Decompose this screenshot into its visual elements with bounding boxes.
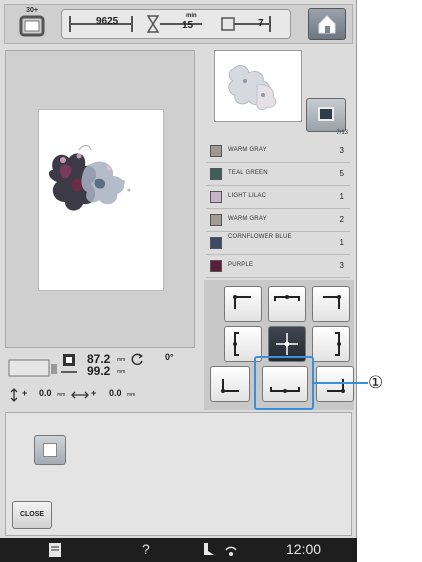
offset-y-unit: mm	[57, 392, 66, 398]
callout-highlight-box	[254, 356, 314, 410]
horizontal-offset-icon	[71, 391, 89, 399]
corner-top-left-icon	[233, 295, 251, 309]
thread-name: PURPLE	[228, 262, 254, 268]
thread-color-list: 7/13 WARM GRAY 3 TEAL GREEN 5 LIGHT LILA…	[206, 130, 350, 280]
layout-icon	[43, 443, 57, 457]
thread-name: LIGHT LILAC	[228, 193, 267, 199]
thread-swatch-5	[210, 237, 222, 249]
color-step-header: 7/13	[336, 130, 348, 136]
offset-y-value: 0.0	[39, 388, 52, 398]
presser-foot-icon	[204, 543, 214, 555]
thread-swatch-6	[210, 260, 222, 272]
thread-name: CORNFLOWER BLUE	[228, 234, 292, 240]
vertical-offset-icon	[10, 388, 18, 402]
preview-icon	[318, 107, 334, 121]
layout-button[interactable]	[34, 435, 66, 465]
callout-number: ①	[368, 373, 384, 393]
design-info: 87.2 mm 99.2 mm 0° + 0.0 mm + 0.0 mm	[5, 350, 205, 410]
clock: 12:00	[286, 541, 322, 557]
start-top-left-button[interactable]	[224, 286, 262, 322]
color-list-item[interactable]: LIGHT LILAC 1	[206, 186, 350, 209]
time-unit: min	[186, 13, 197, 19]
start-middle-right-button[interactable]	[312, 326, 350, 362]
stitch-count: 9625	[96, 16, 119, 27]
thread-step-count: 5	[339, 169, 344, 178]
hoop-label: 30+	[26, 7, 38, 14]
corner-top-right-icon	[323, 295, 341, 309]
wireless-icon	[225, 546, 237, 556]
thread-swatch-1	[210, 145, 222, 157]
start-bottom-left-button[interactable]	[210, 366, 250, 402]
size-icon	[61, 354, 77, 373]
start-top-right-button[interactable]	[312, 286, 350, 322]
thread-step-count: 3	[339, 261, 344, 270]
color-list-item[interactable]: WARM GRAY 2	[206, 209, 350, 232]
hoop-icon[interactable]: 30+	[11, 7, 53, 43]
height-unit: mm	[117, 369, 126, 375]
offset-x-value: 0.0	[109, 388, 122, 398]
thread-step-count: 3	[339, 146, 344, 155]
top-bar: 30+ 9625 15 min 7	[4, 4, 353, 44]
home-button[interactable]	[308, 8, 346, 40]
thread-step-count: 1	[339, 238, 344, 247]
close-button[interactable]: CLOSE	[12, 501, 52, 529]
stitch-counter: 9625 15 min 7	[61, 9, 291, 39]
status-bar: ? 12:00	[0, 538, 357, 562]
thread-swatch-2	[210, 168, 222, 180]
color-step: 7	[258, 18, 264, 29]
home-icon	[318, 15, 336, 34]
color-list-item[interactable]: WARM GRAY 3	[206, 140, 350, 163]
corner-bottom-right-icon	[327, 379, 345, 393]
plus-sign-x: +	[91, 388, 97, 398]
height-value: 99.2	[87, 364, 111, 378]
thread-step-count: 2	[339, 215, 344, 224]
rotate-icon	[131, 353, 144, 366]
butterfly-design-image	[48, 145, 131, 211]
thumbnail-design-image	[228, 65, 277, 111]
plus-sign: +	[22, 388, 28, 398]
corner-bottom-left-icon	[221, 379, 239, 393]
edge-top-center-icon	[274, 295, 300, 301]
color-list-item[interactable]: CORNFLOWER BLUE 1	[206, 232, 350, 255]
hoop-size-icon	[8, 359, 57, 377]
offset-x-unit: mm	[127, 392, 136, 398]
zoom-preview-button[interactable]	[306, 98, 346, 132]
design-thumbnail	[214, 50, 302, 122]
start-top-center-button[interactable]	[268, 286, 306, 322]
embroidery-hoop-area	[38, 109, 164, 291]
thread-swatch-4	[210, 214, 222, 226]
manual-icon[interactable]	[46, 541, 64, 559]
callout-leader-line	[314, 382, 368, 384]
thread-name: WARM GRAY	[228, 216, 267, 222]
color-list-item[interactable]: TEAL GREEN 5	[206, 163, 350, 186]
width-unit: mm	[117, 357, 126, 363]
color-list-item[interactable]: PURPLE 3	[206, 255, 350, 278]
edit-panel: CLOSE	[5, 412, 352, 536]
machine-screen: 30+ 9625 15 min 7 7/13 WARM GRAY 3 TEAL …	[0, 0, 357, 562]
angle-value: 0°	[165, 352, 174, 362]
thread-step-count: 1	[339, 192, 344, 201]
embroidery-preview	[5, 50, 195, 348]
time-remaining: 15	[182, 20, 194, 31]
help-button[interactable]: ?	[142, 541, 150, 557]
start-bottom-right-button[interactable]	[316, 366, 354, 402]
thread-swatch-3	[210, 191, 222, 203]
thread-name: TEAL GREEN	[228, 170, 268, 176]
thread-name: WARM GRAY	[228, 147, 267, 153]
edge-middle-right-icon	[335, 332, 341, 356]
